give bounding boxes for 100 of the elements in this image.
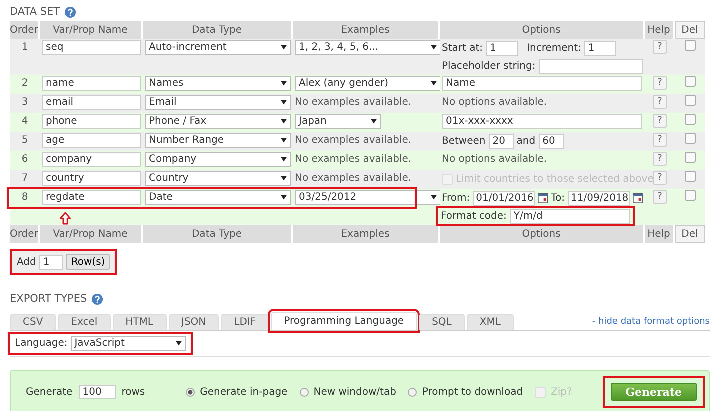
export-tab[interactable]: LDIF xyxy=(221,314,270,330)
variable-name-field[interactable]: country xyxy=(42,171,141,186)
caret-icon xyxy=(281,81,287,86)
placeholder-field[interactable] xyxy=(538,58,643,74)
caret-icon xyxy=(281,100,287,105)
caret-icon xyxy=(281,138,287,143)
format-code-field[interactable]: Y/m/d xyxy=(510,208,630,224)
help-button[interactable]: ? xyxy=(653,95,667,109)
examples-note: No examples available. xyxy=(295,153,412,165)
column-header: Var/Prop Name xyxy=(40,21,143,39)
delete-checkbox[interactable] xyxy=(684,152,696,163)
delete-checkbox[interactable] xyxy=(684,133,696,144)
examples-note: No examples available. xyxy=(295,96,412,108)
add-rows-button[interactable]: Row(s) xyxy=(66,254,110,270)
row-number: 1 xyxy=(22,42,28,53)
radio-button[interactable] xyxy=(186,388,196,396)
export-tab[interactable]: SQL xyxy=(419,314,465,330)
help-button[interactable]: ? xyxy=(653,76,667,90)
data-type-select[interactable]: Auto-increment xyxy=(145,40,291,55)
examples-select[interactable]: 1, 2, 3, 4, 5, 6... xyxy=(295,40,441,55)
option-label: From: xyxy=(442,192,470,204)
data-type-select[interactable]: Country xyxy=(145,171,291,186)
variable-name-field[interactable]: regdate xyxy=(42,190,141,205)
row-count-field[interactable]: 100 xyxy=(78,385,116,399)
variable-name-field[interactable]: company xyxy=(42,152,141,167)
row-number: 4 xyxy=(22,116,28,127)
delete-checkbox[interactable] xyxy=(684,171,696,182)
variable-name-field[interactable]: name xyxy=(42,76,141,91)
data-type-select[interactable]: Names xyxy=(145,76,291,91)
delete-checkbox[interactable] xyxy=(684,114,696,125)
delete-checkbox[interactable] xyxy=(684,76,696,87)
help-button[interactable]: ? xyxy=(653,40,667,54)
export-tab[interactable]: HTML xyxy=(112,314,166,330)
max-field[interactable]: 60 xyxy=(538,134,564,148)
option-label: Start at: xyxy=(442,42,484,54)
rows-label: rows xyxy=(122,386,146,398)
option-label: Placeholder string: xyxy=(442,60,536,72)
caret-icon xyxy=(176,341,182,346)
calendar-icon[interactable] xyxy=(538,192,548,204)
calendar-icon[interactable] xyxy=(633,192,643,204)
zip-label: Zip? xyxy=(551,386,572,398)
examples-select[interactable]: 03/25/2012 xyxy=(295,190,441,205)
hide-options-link[interactable]: - hide data format options xyxy=(592,317,710,327)
data-type-select[interactable]: Number Range xyxy=(145,133,291,148)
options-note: No options available. xyxy=(442,153,548,165)
data-type-select[interactable]: Date xyxy=(145,190,291,205)
data-type-select[interactable]: Email xyxy=(145,95,291,110)
help-button[interactable]: ? xyxy=(653,114,667,128)
caret-icon xyxy=(281,176,287,181)
row-count-field[interactable]: 1 xyxy=(39,254,64,270)
add-label: Add xyxy=(17,256,36,268)
section-title: EXPORT TYPES xyxy=(10,293,88,305)
export-tab[interactable]: XML xyxy=(466,314,514,330)
export-tab[interactable]: JSON xyxy=(168,314,220,330)
radio-button[interactable] xyxy=(408,388,418,396)
row-number: 3 xyxy=(22,97,28,108)
options-note: No options available. xyxy=(442,96,548,108)
column-header: Data Type xyxy=(143,21,293,39)
to-date-field[interactable]: 11/09/2018 xyxy=(568,190,630,206)
help-button[interactable]: ? xyxy=(653,133,667,147)
variable-name-field[interactable]: email xyxy=(42,95,141,110)
delete-checkbox[interactable] xyxy=(684,95,696,106)
export-tab[interactable]: Excel xyxy=(58,314,111,330)
column-header: Del xyxy=(675,225,705,243)
variable-name-field[interactable]: phone xyxy=(42,114,141,129)
caret-icon xyxy=(371,119,377,124)
increment-field[interactable]: 1 xyxy=(584,40,616,56)
examples-note: No examples available. xyxy=(295,172,412,184)
caret-icon xyxy=(281,157,287,162)
help-button[interactable]: ? xyxy=(653,171,667,185)
min-field[interactable]: 20 xyxy=(488,134,514,148)
export-tab[interactable]: Programming Language xyxy=(271,312,418,330)
data-type-select[interactable]: Company xyxy=(145,152,291,167)
variable-name-field[interactable]: age xyxy=(42,133,141,148)
export-tab[interactable]: CSV xyxy=(10,314,56,330)
start-field[interactable]: 1 xyxy=(486,40,518,56)
option-field[interactable]: 01x-xxx-xxxx xyxy=(442,114,642,129)
radio-button[interactable] xyxy=(300,388,309,396)
up-arrow-icon xyxy=(60,212,71,225)
delete-checkbox[interactable] xyxy=(684,190,696,201)
variable-name-field[interactable]: seq xyxy=(42,40,141,55)
option-field[interactable]: Name xyxy=(442,76,642,91)
column-header: Var/Prop Name xyxy=(40,225,143,243)
column-header: Options xyxy=(440,21,645,39)
column-header: Help xyxy=(645,225,675,243)
examples-select[interactable]: Japan xyxy=(295,114,381,129)
caret-icon xyxy=(431,45,437,50)
caret-icon xyxy=(431,195,437,200)
data-type-select[interactable]: Phone / Fax xyxy=(145,114,291,129)
row-number: 5 xyxy=(22,135,28,146)
language-select[interactable]: JavaScript xyxy=(70,336,186,351)
from-date-field[interactable]: 01/01/2016 xyxy=(473,190,536,206)
help-icon[interactable] xyxy=(92,294,104,304)
option-label: To: xyxy=(551,192,566,204)
generate-label: Generate xyxy=(26,386,73,398)
examples-select[interactable]: Alex (any gender) xyxy=(295,76,441,91)
help-button[interactable]: ? xyxy=(653,190,667,204)
help-icon[interactable] xyxy=(65,6,76,18)
delete-checkbox[interactable] xyxy=(684,40,696,51)
help-button[interactable]: ? xyxy=(653,152,667,166)
